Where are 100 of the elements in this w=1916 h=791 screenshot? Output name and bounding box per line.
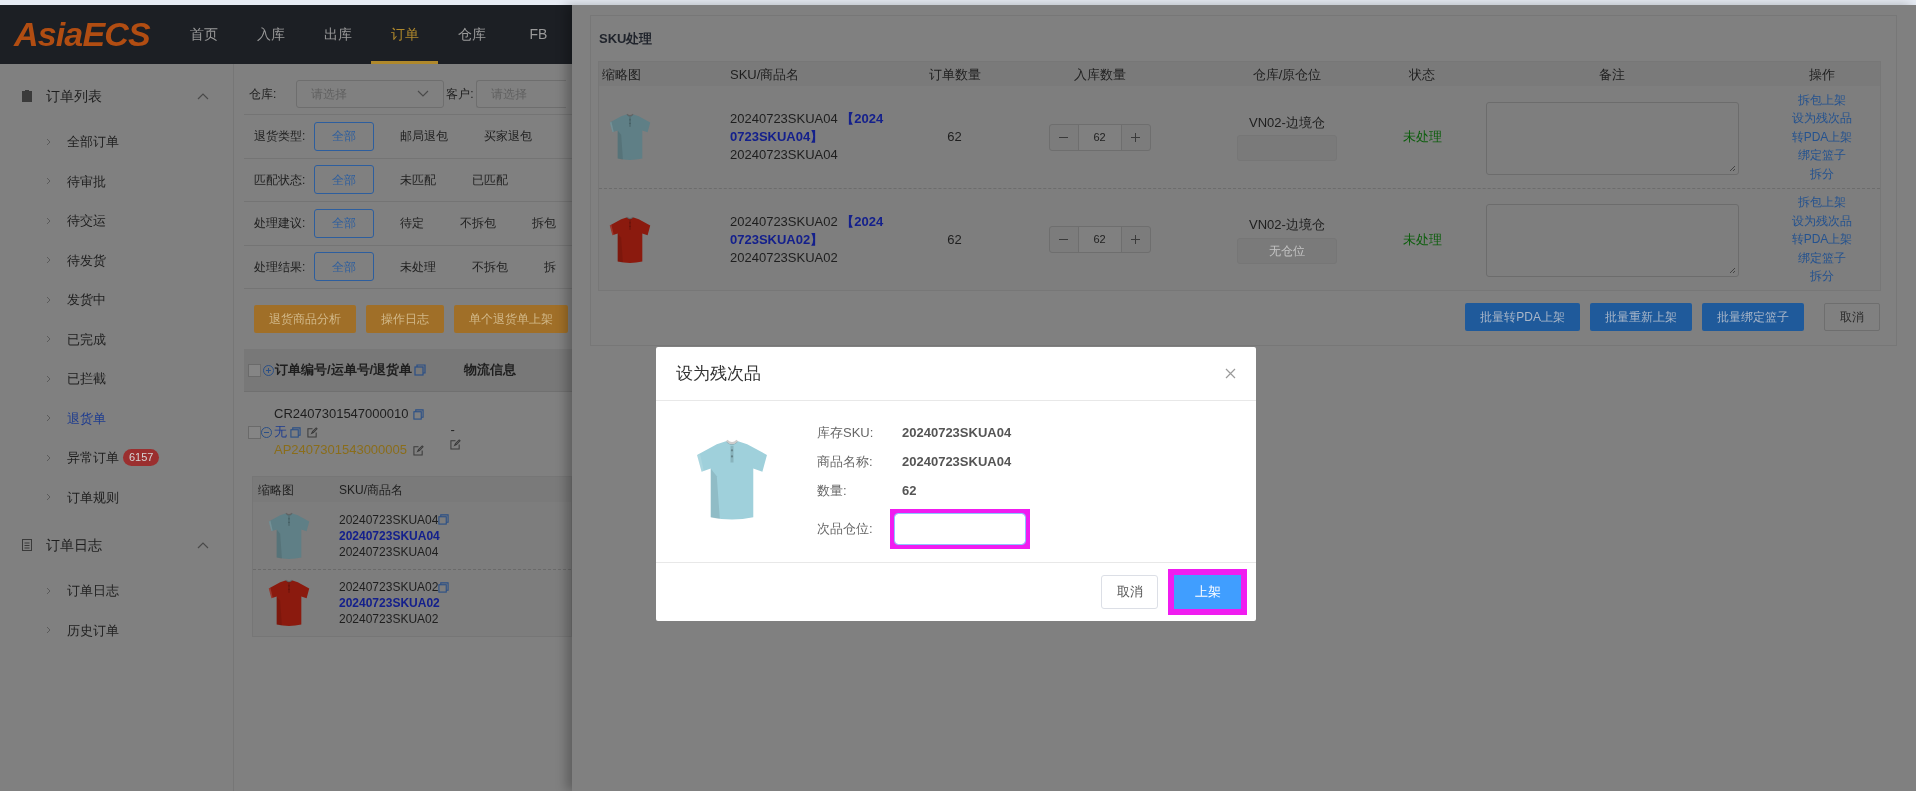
- sidebar-group[interactable]: 订单列表: [0, 78, 233, 114]
- column-header: 物流信息: [464, 361, 517, 380]
- column-header: 入库数量: [1073, 67, 1126, 82]
- product-name: 20240723SKUA04: [339, 543, 440, 560]
- nav-tab[interactable]: 仓库: [438, 5, 505, 64]
- batch-button[interactable]: 批量重新上架: [1590, 303, 1692, 331]
- sidebar-item[interactable]: 全部订单: [67, 132, 119, 152]
- chevron-right-icon: [46, 586, 51, 595]
- sidebar-item[interactable]: 历史订单: [67, 620, 119, 640]
- filter-option[interactable]: 买家退包: [471, 121, 545, 151]
- cancel-button[interactable]: 取消: [1824, 303, 1880, 331]
- remark-field[interactable]: [1485, 101, 1739, 175]
- sku-text: 20240723SKUA04: [339, 511, 439, 528]
- column-header: 缩略图: [257, 481, 295, 499]
- filter-option[interactable]: 拆: [531, 252, 569, 282]
- copy-icon[interactable]: [438, 514, 450, 525]
- resize-handle-icon[interactable]: [1728, 164, 1736, 172]
- sku-text: 20240723SKUA04 【20240723SKUA04】: [730, 110, 885, 146]
- sidebar-item[interactable]: 已拦截: [67, 369, 106, 389]
- column-header: 状态: [1409, 67, 1435, 82]
- sidebar-group[interactable]: 订单日志: [0, 527, 233, 563]
- action-button[interactable]: 退货商品分析: [254, 305, 356, 333]
- copy-icon[interactable]: [290, 426, 301, 438]
- clipboard-icon: [22, 90, 32, 102]
- sidebar-item[interactable]: 已完成: [67, 329, 106, 349]
- logo: AsiaECS: [12, 14, 151, 55]
- location-field[interactable]: 无仓位: [1237, 237, 1337, 264]
- sidebar-item[interactable]: 待交运: [67, 211, 106, 231]
- field-label: 数量:: [817, 481, 848, 500]
- status-text: 未处理: [1402, 128, 1442, 147]
- order-number: CR2407301547000010: [274, 405, 409, 423]
- batch-button[interactable]: 批量转PDA上架: [1465, 303, 1580, 331]
- filter-option[interactable]: 邮局退包: [387, 121, 461, 151]
- filter-option[interactable]: 待定: [387, 208, 437, 238]
- close-icon[interactable]: [1225, 368, 1236, 379]
- cancel-button[interactable]: 取消: [1101, 575, 1158, 609]
- nav-tab[interactable]: 出库: [304, 5, 371, 64]
- warehouse-name: VN02-边境仓: [1249, 113, 1325, 132]
- quantity-value[interactable]: 62: [1078, 227, 1121, 252]
- checkbox[interactable]: [248, 425, 261, 439]
- field-value: 62: [902, 481, 917, 500]
- order-quantity: 62: [947, 230, 962, 249]
- column-header: 订单编号/运单号/退货单: [275, 361, 413, 380]
- sidebar-item[interactable]: 退货单: [67, 408, 106, 428]
- product-name: 20240723SKUA04: [730, 146, 839, 164]
- filter-option[interactable]: 不拆包: [447, 208, 509, 238]
- collapse-icon[interactable]: [261, 426, 272, 438]
- filter-label: 匹配状态:: [253, 171, 307, 189]
- edit-icon[interactable]: [307, 426, 318, 438]
- sidebar-item[interactable]: 发货中: [67, 290, 106, 310]
- nav-tab[interactable]: 首页: [170, 5, 237, 64]
- count-badge: 6157: [123, 449, 160, 467]
- checkbox[interactable]: [248, 363, 261, 377]
- product-name: 20240723SKUA02: [730, 248, 839, 267]
- sidebar-item[interactable]: 待审批: [67, 171, 106, 191]
- status-text: 未处理: [1402, 230, 1442, 249]
- filter-option[interactable]: 不拆包: [459, 252, 521, 282]
- filter-option[interactable]: 拆包: [519, 208, 569, 238]
- action-button[interactable]: 单个退货单上架: [454, 305, 568, 333]
- batch-button[interactable]: 批量绑定篮子: [1702, 303, 1804, 331]
- chevron-right-icon: [46, 335, 51, 344]
- column-header: 备注: [1599, 67, 1625, 82]
- expand-icon[interactable]: [263, 364, 274, 376]
- product-name: 20240723SKUA02: [339, 611, 440, 627]
- sidebar-item[interactable]: 异常订单: [67, 448, 119, 468]
- sidebar-item[interactable]: 订单日志: [67, 581, 119, 601]
- chevron-right-icon: [46, 374, 51, 383]
- column-header: 缩略图: [602, 67, 641, 82]
- chevron-up-icon[interactable]: [197, 92, 209, 100]
- remark-field[interactable]: [1485, 204, 1739, 277]
- filter-option[interactable]: 已匹配: [459, 165, 521, 195]
- column-header: 仓库/原仓位: [1252, 67, 1322, 82]
- field-value: 20240723SKUA04: [902, 423, 1012, 442]
- confirm-button[interactable]: 上架: [1174, 575, 1241, 609]
- group-label: 订单列表: [46, 86, 103, 106]
- chevron-up-icon[interactable]: [197, 541, 209, 549]
- tracking-number[interactable]: 无: [274, 423, 287, 441]
- sidebar-item[interactable]: 待发货: [67, 250, 106, 270]
- filter-label: 处理建议:: [253, 215, 307, 233]
- copy-icon[interactable]: [413, 408, 425, 420]
- chevron-right-icon: [46, 414, 51, 423]
- nav-tab[interactable]: FB: [505, 5, 572, 64]
- chevron-right-icon: [46, 256, 51, 265]
- nav-tab[interactable]: 订单: [371, 5, 438, 64]
- action-button[interactable]: 操作日志: [366, 305, 444, 333]
- edit-icon[interactable]: [450, 438, 462, 450]
- dropdown-icon[interactable]: [417, 89, 429, 98]
- nav-tab[interactable]: 入库: [237, 5, 304, 64]
- field-value: 20240723SKUA04: [902, 452, 1012, 471]
- group-label: 订单日志: [46, 535, 103, 555]
- quantity-stepper[interactable]: 62: [1048, 123, 1151, 151]
- filter-option[interactable]: 未匹配: [387, 165, 449, 195]
- edit-icon[interactable]: [413, 444, 425, 456]
- resize-handle-icon[interactable]: [1728, 267, 1736, 274]
- copy-icon[interactable]: [414, 364, 427, 376]
- filter-option[interactable]: 未处理: [387, 252, 449, 282]
- sidebar-item[interactable]: 订单规则: [67, 487, 119, 507]
- copy-icon[interactable]: [438, 581, 450, 593]
- quantity-value[interactable]: 62: [1078, 124, 1121, 150]
- quantity-stepper[interactable]: 62: [1048, 226, 1151, 253]
